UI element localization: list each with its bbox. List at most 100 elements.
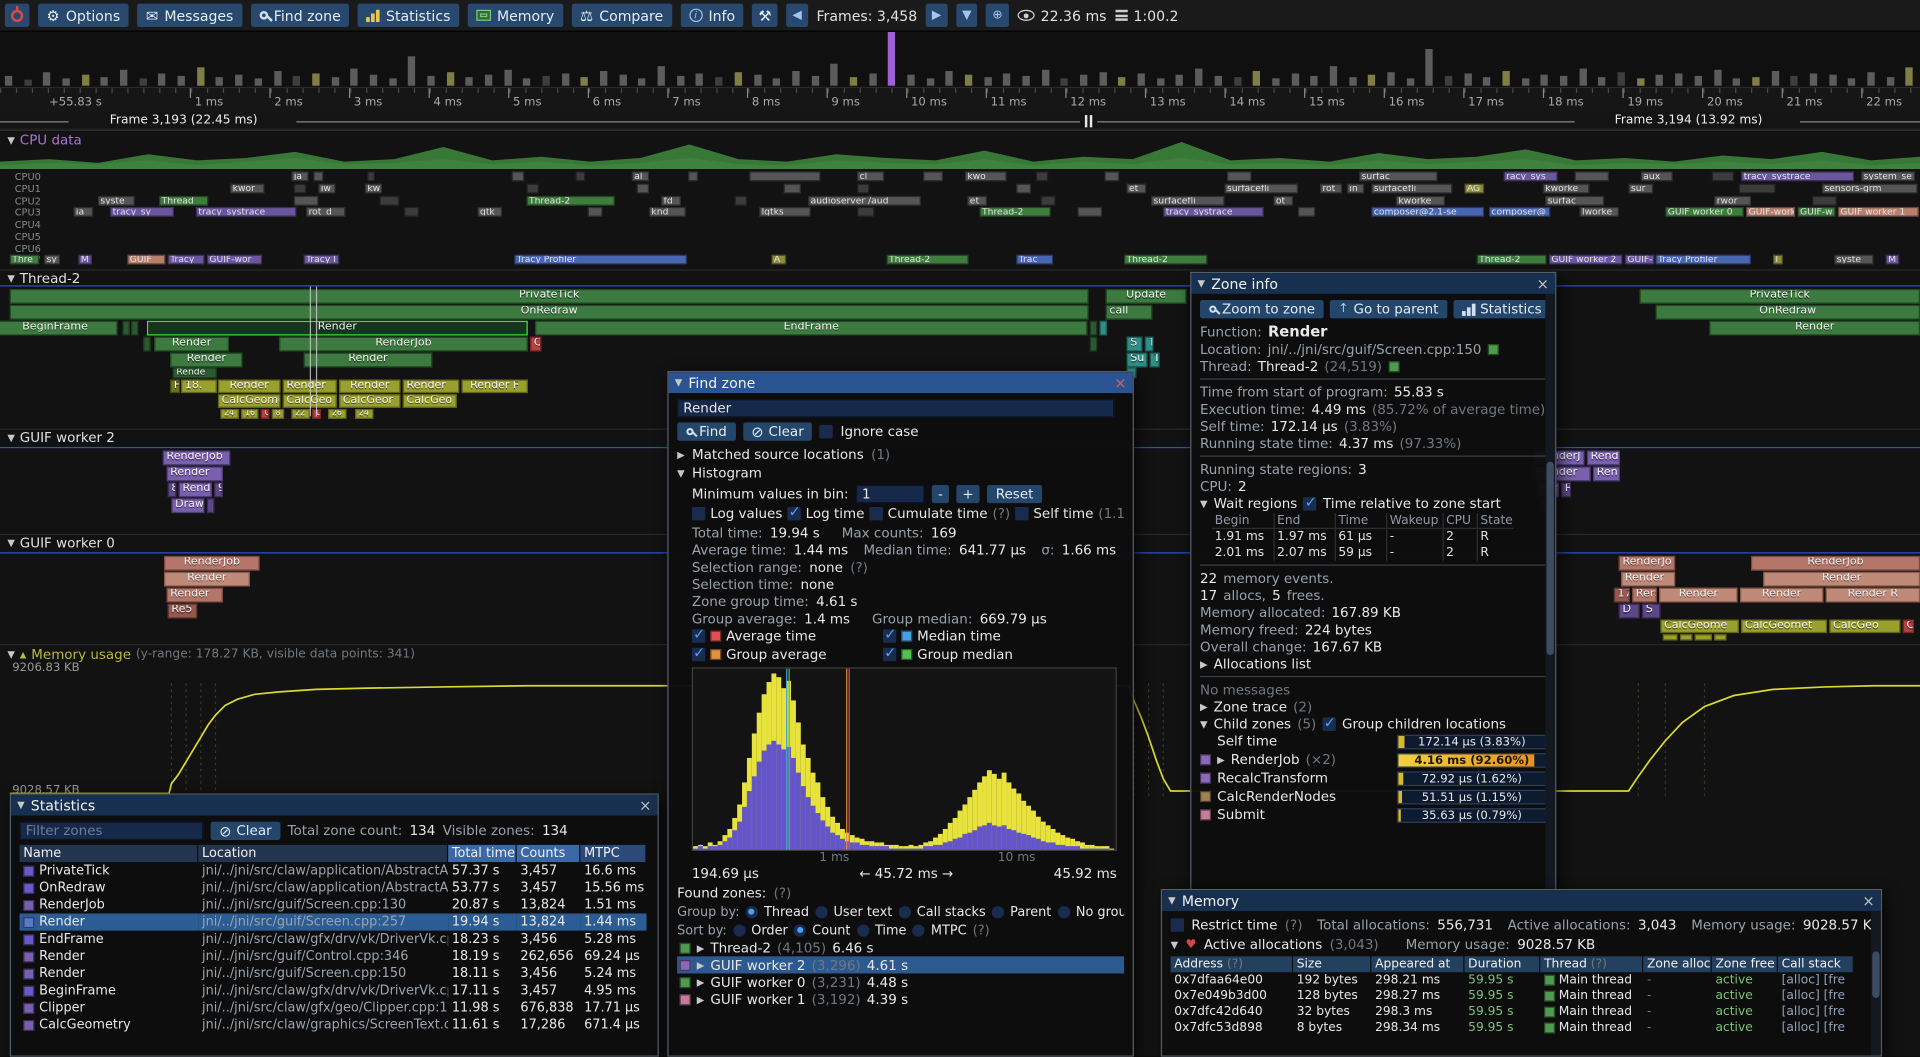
radio-button[interactable] xyxy=(857,924,869,936)
cpu-zone-segment[interactable]: l xyxy=(1773,255,1783,265)
compare-button[interactable]: ⚖Compare xyxy=(571,4,671,27)
zone[interactable] xyxy=(122,321,129,336)
cpu-zone-segment[interactable]: kworke xyxy=(1396,195,1445,205)
cpu-zone-segment[interactable] xyxy=(1078,207,1102,217)
group-by-options[interactable]: Group by:ThreadUser textCall stacksParen… xyxy=(677,902,1124,920)
time-relative-checkbox[interactable] xyxy=(1303,497,1316,510)
zone[interactable]: RenderJob xyxy=(163,451,230,466)
table-row[interactable]: Clipperjni/../jni/src/claw/gfx/geo/Clipp… xyxy=(20,999,649,1016)
close-icon[interactable]: × xyxy=(1862,893,1874,908)
zone[interactable]: T xyxy=(1150,353,1160,368)
table-row[interactable]: EndFramejni/../jni/src/claw/gfx/drv/vk/D… xyxy=(20,931,649,948)
cpu-zone-segment[interactable] xyxy=(527,183,539,193)
zone[interactable]: 24 xyxy=(355,409,373,419)
column-header[interactable]: Thread (?) xyxy=(1540,956,1643,972)
cpu-zone-segment[interactable] xyxy=(857,183,869,193)
cpu-zone-segment[interactable]: GUIF worker 1 xyxy=(1838,207,1919,217)
cpu-zone-segment[interactable]: GUIF-wor xyxy=(207,255,262,265)
cpu-zone-segment[interactable]: ot xyxy=(1273,195,1293,205)
zone-info-titlebar[interactable]: ▼ Zone info × xyxy=(1191,273,1555,294)
cpu-zone-segment[interactable]: cl xyxy=(857,171,884,181)
table-row[interactable]: Renderjni/../jni/src/guif/Screen.cpp:257… xyxy=(20,913,649,930)
table-row[interactable]: 0x7dfaa64e00192 bytes298.21 ms59.95 sMai… xyxy=(1171,972,1873,988)
cpu-zone-segment[interactable] xyxy=(1041,195,1056,205)
zone[interactable]: Re5 xyxy=(168,604,197,619)
zone[interactable]: Render xyxy=(403,380,459,393)
cpu-zone-segment[interactable]: Thread-2 xyxy=(887,255,969,265)
cpu-zone-segment[interactable]: Thread-2 xyxy=(527,195,615,205)
zone[interactable]: 8 xyxy=(168,482,177,497)
legend-checkbox[interactable] xyxy=(692,648,705,661)
cpu-zone-segment[interactable]: sensors-grm xyxy=(1822,183,1918,193)
zone[interactable] xyxy=(1100,321,1107,336)
cpu-zone-segment[interactable]: gtk xyxy=(478,207,502,217)
cpu-zone-segment[interactable]: ja xyxy=(291,171,308,181)
cpu-zone-segment[interactable]: AG xyxy=(1464,183,1484,193)
cpu-zone-segment[interactable]: Trac xyxy=(1016,255,1053,265)
cpu-zone-segment[interactable]: aux xyxy=(1641,171,1673,181)
collapse-icon[interactable]: ▼ xyxy=(675,377,683,388)
zone[interactable] xyxy=(1090,337,1097,352)
column-header[interactable]: Address (?) xyxy=(1171,956,1293,972)
zone-group-row[interactable]: ▶GUIF worker 0(3,231)4.48 s xyxy=(677,973,1124,990)
cpu-zone-segment[interactable]: GUIF worker 2 xyxy=(1549,255,1622,265)
legend-row[interactable]: Group averageGroup median xyxy=(692,645,1124,663)
cpu-zone-segment[interactable] xyxy=(1036,171,1048,181)
cpu-zone-segment[interactable]: Tracy I xyxy=(304,255,340,265)
cpu-zone-segment[interactable]: M xyxy=(78,255,91,265)
zone[interactable]: Su xyxy=(1127,353,1148,368)
cpu-zone-segment[interactable] xyxy=(857,207,874,217)
zone[interactable]: Rend xyxy=(179,482,212,497)
restrict-time-checkbox[interactable] xyxy=(1171,918,1184,931)
column-header[interactable]: Appeared at xyxy=(1371,956,1464,972)
cpu-zone-segment[interactable] xyxy=(1712,171,1734,181)
zone[interactable]: Render F xyxy=(462,380,528,393)
zone[interactable]: 16 xyxy=(241,409,258,419)
cpu-zone-segment[interactable]: M xyxy=(1886,255,1899,265)
zone[interactable]: Rend xyxy=(1587,451,1620,466)
cpu-zone-segment[interactable]: et xyxy=(1127,183,1147,193)
zone[interactable] xyxy=(1714,634,1726,640)
cpu-zone-segment[interactable]: iw xyxy=(318,183,335,193)
cpu-zone-segment[interactable] xyxy=(588,207,603,217)
zone-group-row[interactable]: ▶Thread-2(4,105)6.46 s xyxy=(677,939,1124,956)
zone[interactable]: Rende xyxy=(173,367,217,378)
options-button[interactable]: ⚙Options xyxy=(38,4,129,27)
sort-by-options[interactable]: Sort by:OrderCountTimeMTPC(?) xyxy=(677,921,1124,939)
column-header[interactable]: Counts xyxy=(517,845,581,862)
zone[interactable]: Render xyxy=(339,380,400,393)
zone-group-row[interactable]: ▶GUIF worker 1(3,192)4.39 s xyxy=(677,991,1124,1008)
cpu-zone-segment[interactable]: in xyxy=(1347,183,1364,193)
zone[interactable]: RenderJob xyxy=(1751,556,1920,571)
cpu-zone-segment[interactable]: GUIF-w xyxy=(1798,207,1836,217)
clear-filter-button[interactable]: ⊘Clear xyxy=(211,822,281,840)
cpu-zone-segment[interactable]: et xyxy=(967,195,987,205)
find-zone-titlebar[interactable]: ▼ Find zone × xyxy=(669,372,1133,393)
zone[interactable]: CalcGeomet xyxy=(1741,620,1827,633)
zone[interactable]: Render xyxy=(1740,588,1823,603)
cpu-zone-segment[interactable]: ia xyxy=(73,207,93,217)
zone[interactable]: 18. xyxy=(181,380,217,393)
cpu-zone-segment[interactable]: sy xyxy=(44,255,60,265)
prev-frame-button[interactable]: ◀ xyxy=(786,4,808,27)
statistics-table-header[interactable]: NameLocationTotal timeCountsMTPC xyxy=(20,845,649,862)
zone[interactable]: F xyxy=(170,380,180,393)
cpu-zone-segment[interactable]: surfacefli xyxy=(1224,183,1297,193)
cumulate-time-checkbox[interactable] xyxy=(869,507,882,520)
collapse-icon[interactable]: ▼ xyxy=(1198,278,1206,289)
radio-button[interactable] xyxy=(913,924,925,936)
thread-header[interactable]: ▼GUIF worker 2 xyxy=(7,430,115,446)
cpu-zone-segment[interactable]: lworke xyxy=(1580,207,1619,217)
zone[interactable]: OnRedraw xyxy=(10,305,1089,320)
zone[interactable]: Render xyxy=(167,588,223,603)
table-row[interactable]: 0x7dfc53d8988 bytes298.34 ms59.95 sMain … xyxy=(1171,1020,1873,1036)
group-children-checkbox[interactable] xyxy=(1322,717,1335,730)
zone[interactable]: S xyxy=(1642,604,1660,619)
cpu-zone-segment[interactable]: Tracy Profiler xyxy=(514,255,687,265)
zone[interactable]: BeginFrame xyxy=(0,321,118,336)
child-zone-row[interactable]: Submit35.63 µs (0.79%) xyxy=(1200,806,1547,824)
close-icon[interactable]: × xyxy=(1537,276,1549,291)
zone[interactable]: Update xyxy=(1106,289,1187,304)
table-row[interactable]: OnRedrawjni/../jni/src/claw/application/… xyxy=(20,879,649,896)
zone[interactable]: D xyxy=(1619,604,1640,619)
